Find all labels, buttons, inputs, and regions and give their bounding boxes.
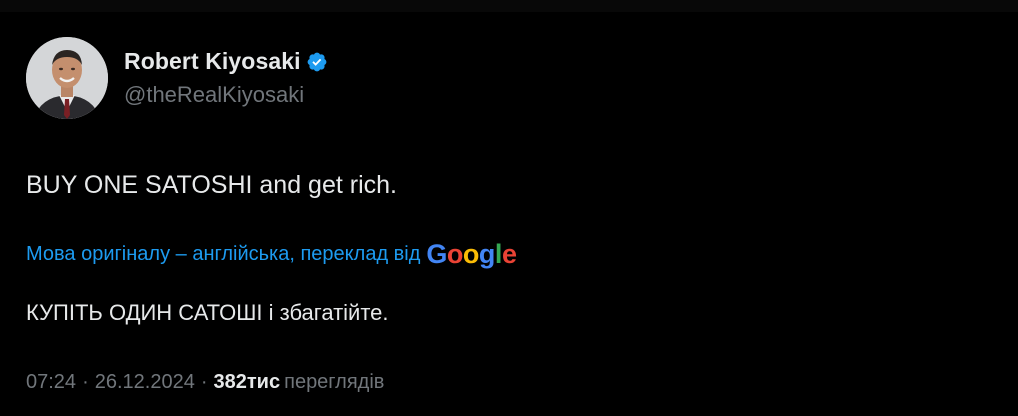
google-logo-letter: G (426, 239, 447, 269)
google-logo-letter: e (501, 239, 517, 269)
meta-separator: · (200, 371, 208, 393)
views-count[interactable]: 382тис (214, 371, 281, 394)
tweet-text: BUY ONE SATOSHI and get rich. (26, 171, 397, 199)
meta-separator: · (82, 371, 89, 393)
translation-link[interactable]: Мова оригіналу – англійська, переклад ві… (26, 243, 420, 266)
google-logo-letter: g (478, 239, 496, 269)
tweet-date[interactable]: 26.12.2024 (95, 371, 195, 394)
tweet-author[interactable]: Robert Kiyosaki @theRealKiyosaki (26, 37, 328, 119)
tweet-time[interactable]: 07:24 (26, 371, 76, 394)
translation-attribution[interactable]: Мова оригіналу – англійська, переклад ві… (26, 239, 517, 269)
verified-badge-icon[interactable] (306, 51, 328, 73)
google-logo-letter: l (494, 239, 503, 269)
tweet-meta: 07:24 · 26.12.2024 · 382тис переглядів (26, 371, 384, 394)
author-handle[interactable]: @theRealKiyosaki (124, 82, 328, 108)
google-logo-letter: o (446, 239, 464, 269)
views-label: переглядів (284, 371, 385, 393)
top-bar (0, 0, 1018, 12)
avatar[interactable] (26, 37, 108, 119)
google-logo: Google (426, 239, 517, 269)
google-logo-letter: o (462, 239, 480, 269)
translated-text: КУПІТЬ ОДИН САТОШІ і збагатійте. (26, 300, 389, 325)
display-name[interactable]: Robert Kiyosaki (124, 48, 301, 75)
author-names: Robert Kiyosaki @theRealKiyosaki (124, 48, 328, 108)
name-row: Robert Kiyosaki (124, 48, 328, 75)
